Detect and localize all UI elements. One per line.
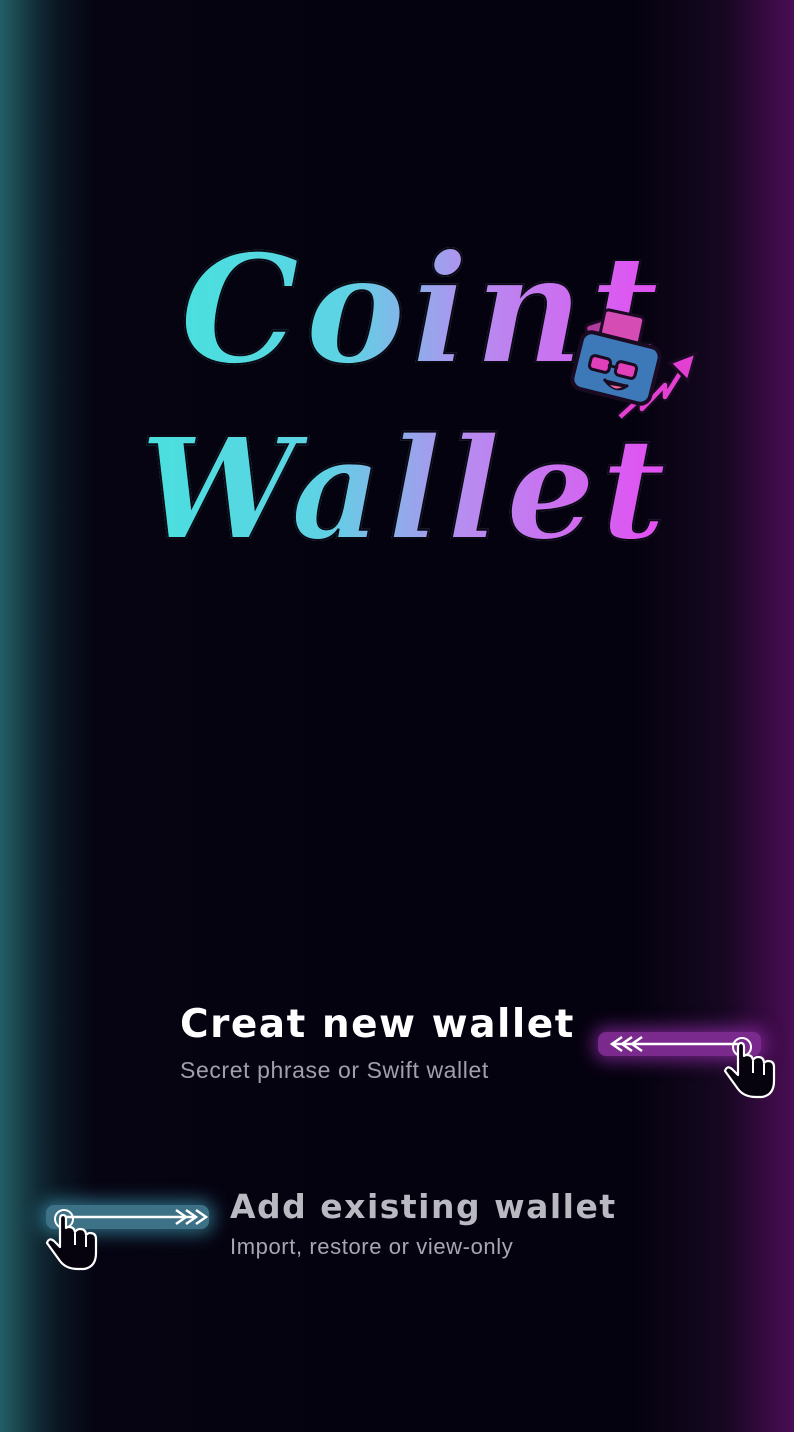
add-wallet-option[interactable]: Add existing wallet Import, restore or v… — [230, 1187, 617, 1260]
wallet-mascot-icon — [570, 308, 699, 421]
create-wallet-title: Creat new wallet — [180, 1002, 575, 1047]
right-edge-glow — [734, 0, 794, 1432]
add-wallet-subtitle: Import, restore or view-only — [230, 1234, 514, 1259]
add-wallet-title: Add existing wallet — [230, 1187, 617, 1226]
create-wallet-subtitle: Secret phrase or Swift wallet — [180, 1057, 489, 1083]
pointer-hand-icon — [723, 1037, 776, 1099]
pointer-hand-icon — [45, 1209, 98, 1271]
logo-word-wallet: Wallet — [139, 408, 672, 572]
app-logo: Coint Wallet — [130, 215, 710, 595]
create-wallet-option[interactable]: Creat new wallet Secret phrase or Swift … — [180, 1002, 575, 1084]
